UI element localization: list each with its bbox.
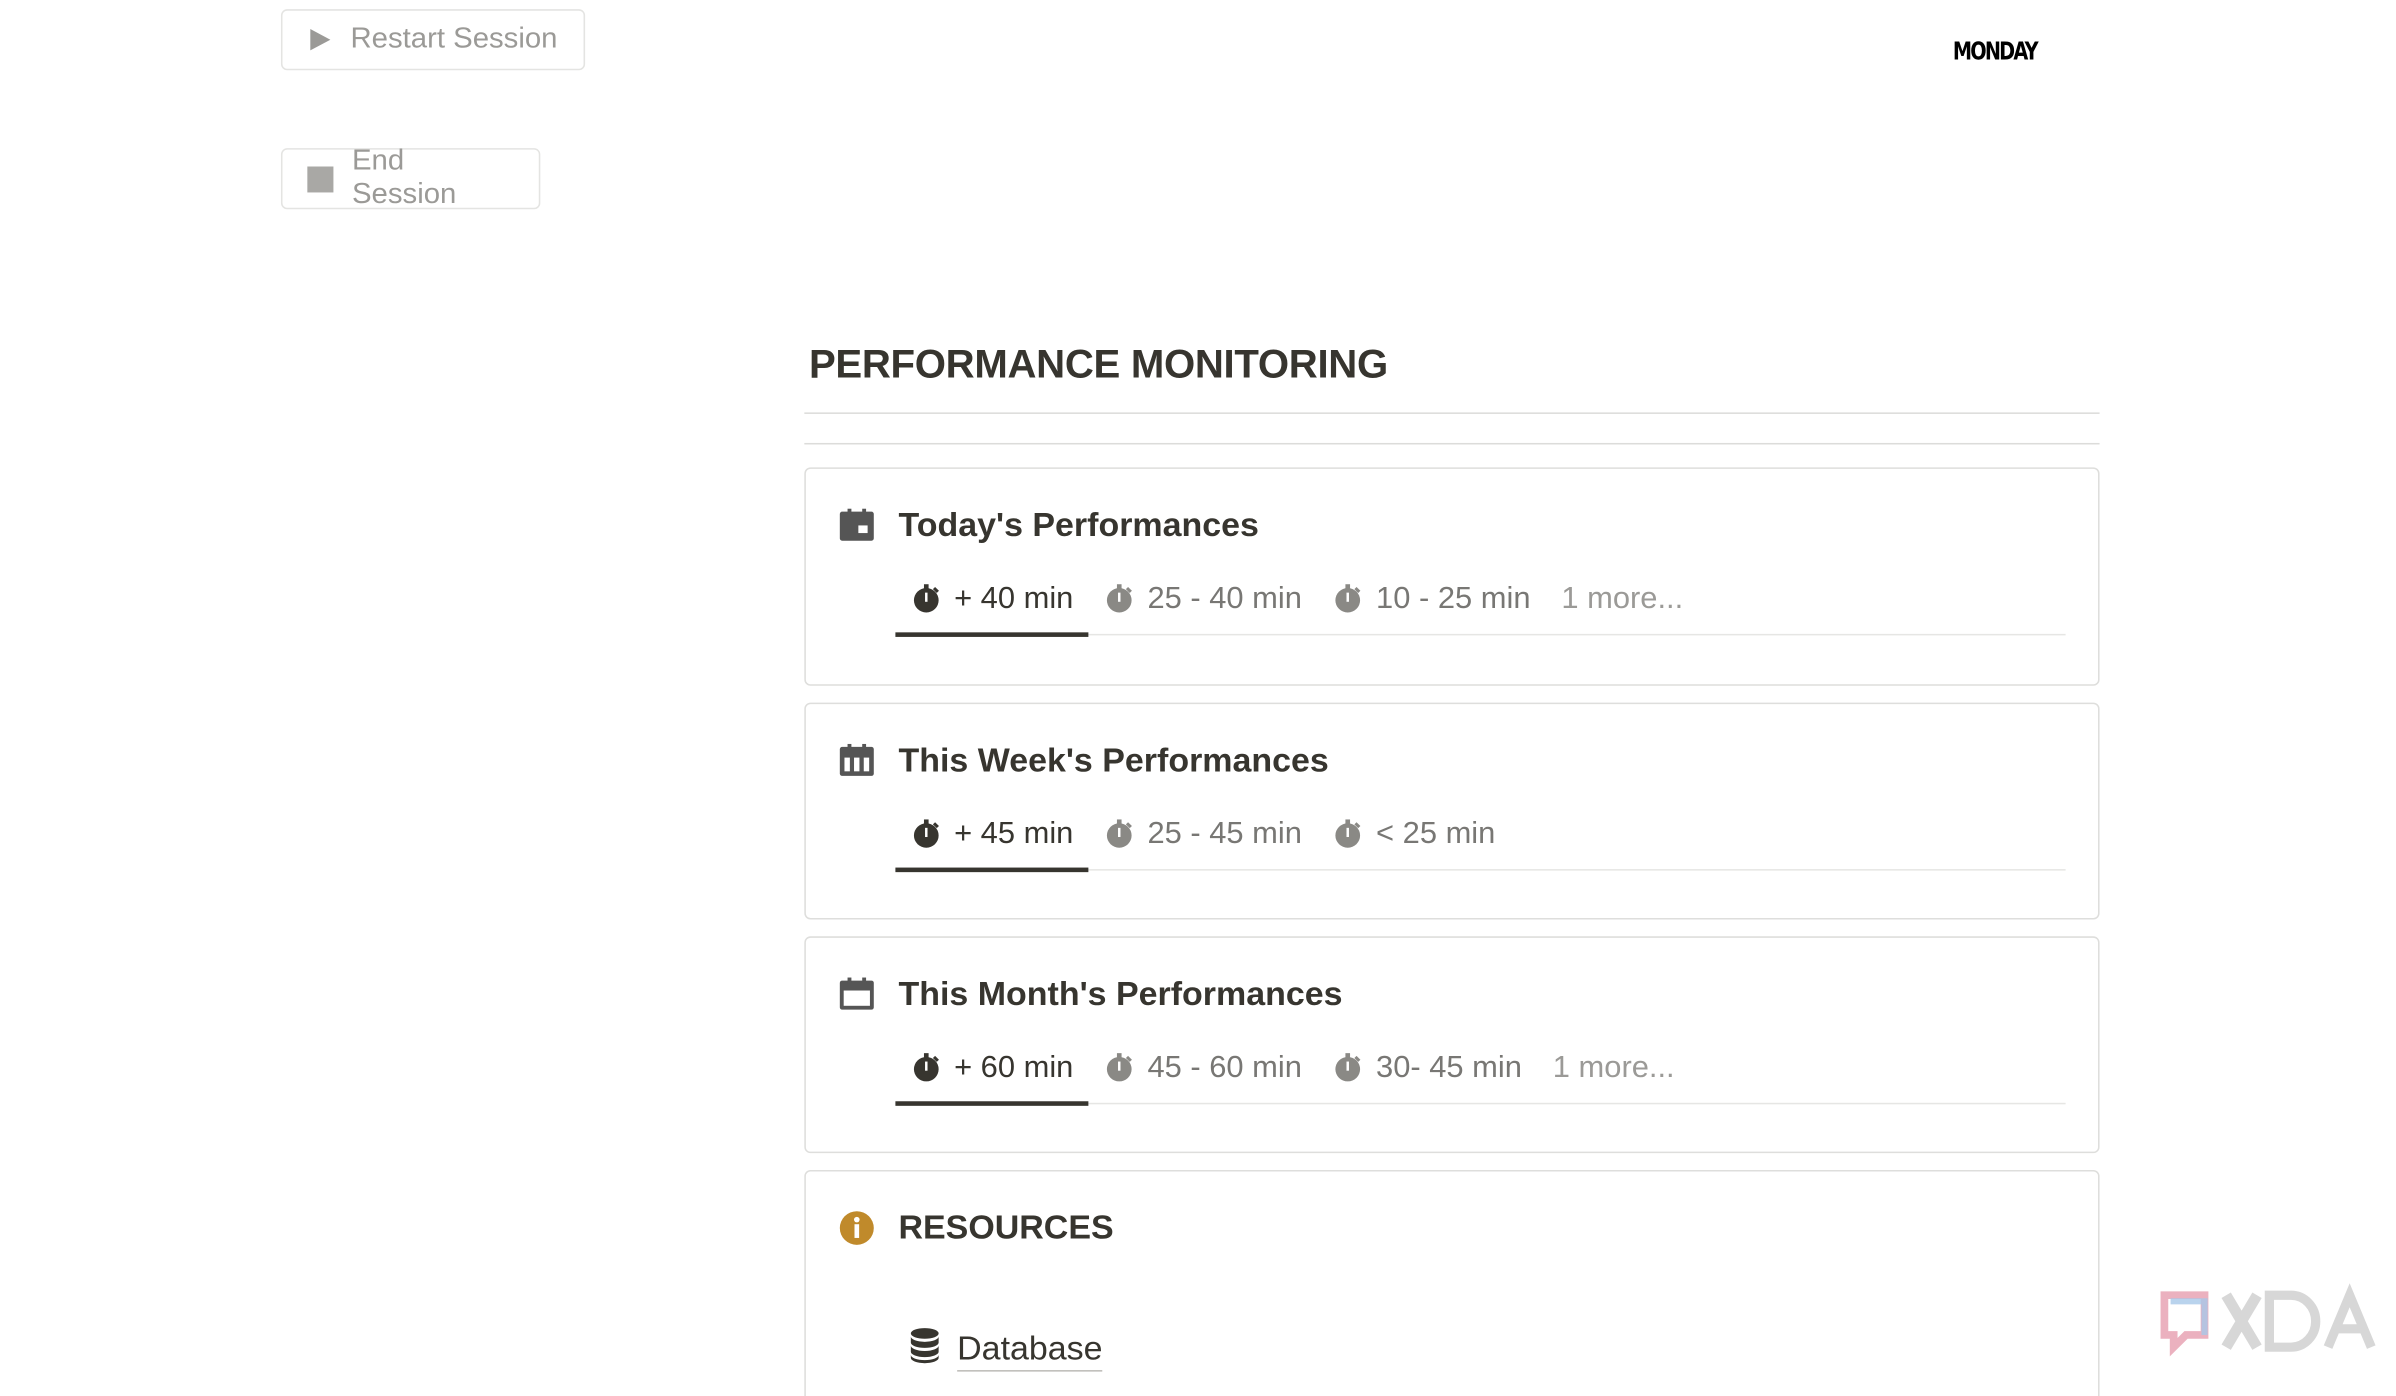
tab-label: + 40 min [954,581,1074,615]
tab-under-25[interactable]: < 25 min [1317,799,1510,869]
stopwatch-icon [1104,1052,1135,1083]
tab-label: 45 - 60 min [1147,1050,1302,1084]
database-icon [908,1327,942,1371]
stopwatch-icon [911,1052,942,1083]
tab-label: 25 - 40 min [1147,581,1302,615]
month-performances-card: This Month's Performances + 60 min 45 - … [804,936,2100,1154]
end-session-button[interactable]: End Session [280,145,541,211]
restart-session-label: Restart Session [350,22,558,55]
stopwatch-icon [1333,819,1364,850]
card-title: This Month's Performances [898,974,1343,1013]
tab-label: 25 - 45 min [1147,816,1302,850]
tab-45-60[interactable]: 45 - 60 min [1089,1033,1318,1103]
divider [804,412,2100,414]
resources-card: RESOURCES Database [804,1169,2100,1396]
stopwatch-icon [911,819,942,850]
tab-label: 10 - 25 min [1376,581,1531,615]
restart-session-button[interactable]: Restart Session [280,9,586,71]
tab-label: + 60 min [954,1050,1074,1084]
more-views-button[interactable]: 1 more... [1537,1033,1690,1103]
tab-label: 30- 45 min [1376,1050,1522,1084]
tab-label: < 25 min [1376,816,1496,850]
tab-25-40[interactable]: 25 - 40 min [1089,564,1318,634]
card-title: Today's Performances [898,505,1259,544]
today-performances-card: Today's Performances + 40 min 25 - 40 mi… [804,467,2100,686]
end-session-label: End Session [351,145,457,211]
calendar-day-icon [837,506,877,546]
card-title: RESOURCES [898,1208,1114,1247]
week-performances-card: This Week's Performances + 45 min 25 - 4… [804,702,2100,920]
view-tabs: + 60 min 45 - 60 min 30- 45 min 1 more..… [895,1033,2066,1106]
day-label: MONDAY [1952,36,2039,66]
tab-10-25[interactable]: 10 - 25 min [1317,564,1546,634]
stopwatch-icon [1104,819,1135,850]
tab-40-plus[interactable]: + 40 min [895,564,1090,637]
xda-watermark-logo [2155,1283,2390,1362]
calendar-week-icon [837,741,877,781]
tab-45-plus[interactable]: + 45 min [895,799,1090,873]
view-tabs: + 40 min 25 - 40 min 10 - 25 min 1 more.… [895,564,2066,637]
calendar-month-icon [837,974,877,1014]
tab-25-45[interactable]: 25 - 45 min [1089,799,1318,869]
more-views-button[interactable]: 1 more... [1546,564,1699,634]
view-tabs: + 45 min 25 - 45 min < 25 min [895,799,2066,873]
divider [804,442,2100,445]
database-link-label: Database [957,1328,1103,1371]
stopwatch-icon [1104,583,1135,614]
info-icon [837,1208,877,1248]
card-title: This Week's Performances [898,740,1329,779]
section-heading: PERFORMANCE MONITORING [808,340,1388,387]
page: Restart Session End Session MONDAY PERFO… [0,0,2396,1396]
stop-icon [307,165,334,192]
stopwatch-icon [1333,1052,1364,1083]
stopwatch-icon [911,583,942,614]
tab-60-plus[interactable]: + 60 min [895,1033,1090,1106]
database-link[interactable]: Database [908,1327,1103,1371]
tab-30-45[interactable]: 30- 45 min [1317,1033,1537,1103]
play-icon [307,27,332,51]
tab-label: + 45 min [954,816,1074,850]
stopwatch-icon [1333,583,1364,614]
